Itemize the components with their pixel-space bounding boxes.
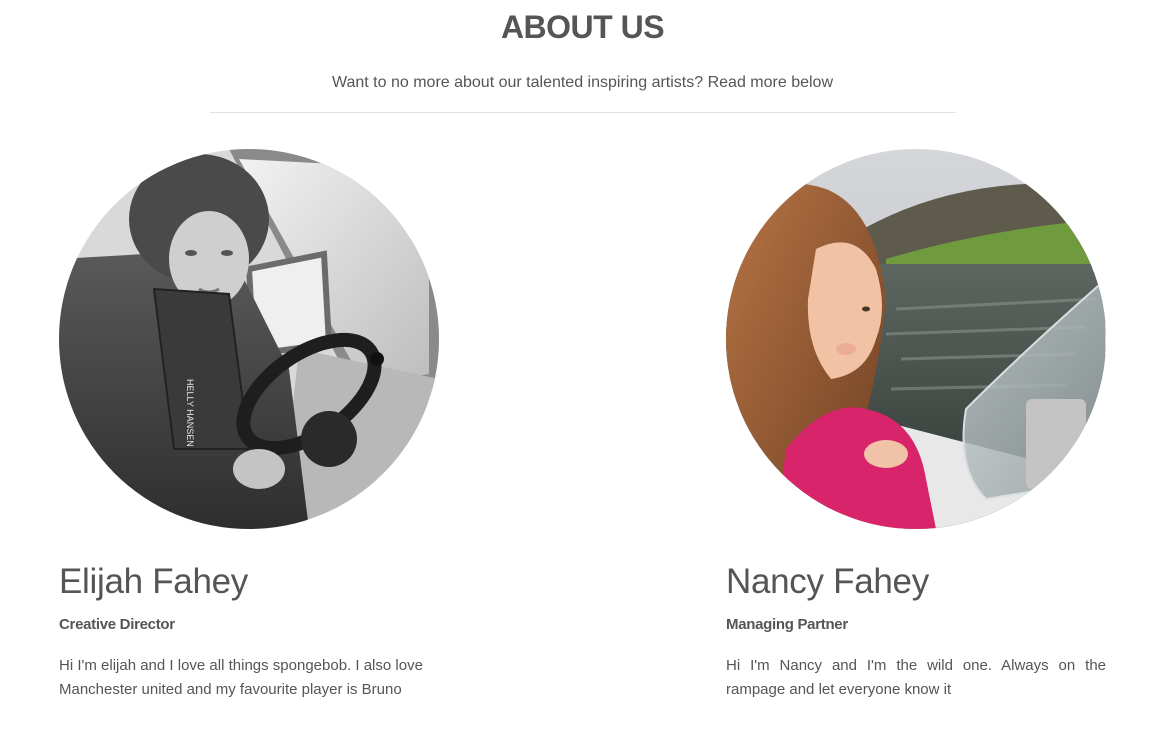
page-subtitle: Want to no more about our talented inspi…	[331, 74, 833, 91]
team-member-card-elijah: HELLY HANSEN Elijah Fahey Creative Direc…	[59, 149, 439, 702]
about-us-section: ABOUT US Want to no more about our talen…	[0, 0, 1175, 745]
team-member-bio: Hi I'm Nancy and I'm the wild one. Alway…	[726, 657, 1106, 698]
page-title: ABOUT US	[500, 9, 665, 45]
team-member-photo-elijah: HELLY HANSEN	[59, 149, 439, 529]
section-divider	[210, 112, 956, 113]
team-member-name: Nancy Fahey	[726, 562, 929, 601]
team-member-role: Managing Partner	[726, 616, 848, 633]
team-member-card-nancy: Nancy Fahey Managing Partner Hi I'm Nanc…	[726, 149, 1106, 702]
team-member-name: Elijah Fahey	[59, 562, 249, 601]
team-member-photo-nancy	[726, 149, 1106, 529]
elijah-photo-illustration: HELLY HANSEN	[59, 149, 439, 529]
team-member-role: Creative Director	[59, 616, 175, 633]
nancy-photo-illustration	[726, 149, 1106, 529]
vest-brand-text: HELLY HANSEN	[185, 379, 195, 447]
team-member-bio: Hi I'm elijah and I love all things spon…	[59, 657, 423, 698]
